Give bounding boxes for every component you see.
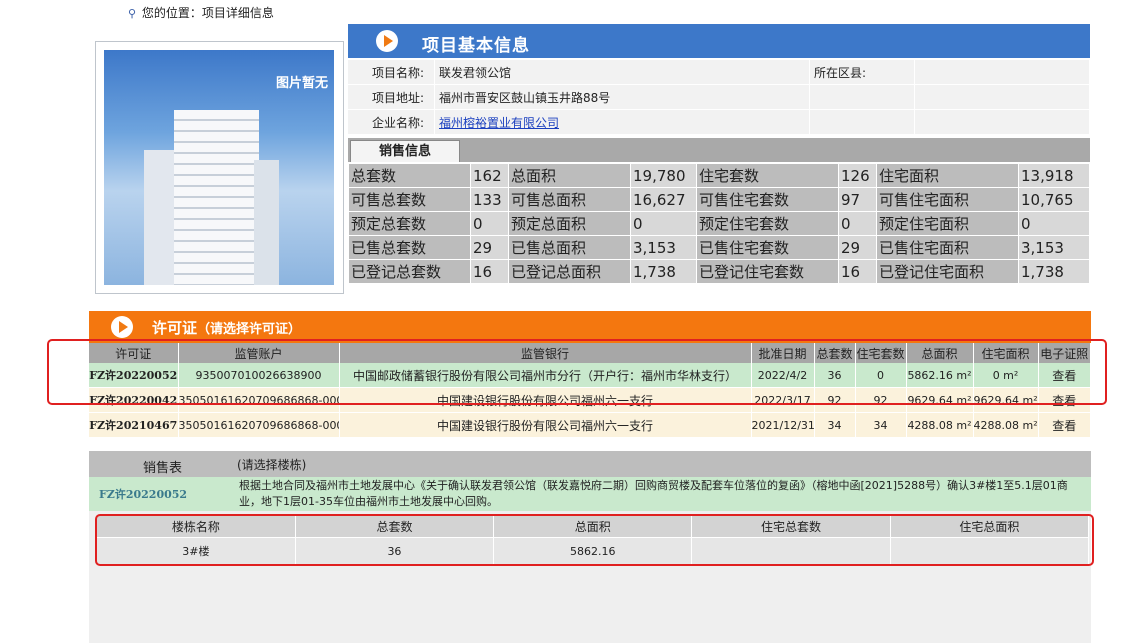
empty-cell (914, 84, 1090, 110)
permit-cell-date: 2021/12/31 (751, 412, 815, 438)
stat-label: 住宅套数 (696, 163, 839, 188)
breadcrumb: ⚲ 您的位置：项目详细信息 (128, 4, 274, 21)
stat-label: 已售总面积 (508, 235, 631, 260)
permit-cell-bank: 中国建设银行股份有限公司福州六一支行 (339, 412, 752, 438)
view-certificate-link[interactable]: 查看 (1038, 412, 1091, 438)
play-icon (111, 316, 133, 338)
stat-value: 19,780 (630, 163, 697, 188)
sales-table-subtitle: (请选择楼栋) (237, 458, 307, 472)
stat-value: 133 (470, 187, 509, 212)
project-info-header: 项目基本信息 (348, 24, 1090, 58)
permit-note-row[interactable]: FZ许20220052 根据土地合同及福州市土地发展中心《关于确认联发君领公馆（… (89, 477, 1091, 511)
stat-label: 总套数 (348, 163, 471, 188)
stats-row: 预定总套数 0 预定总面积 0 预定住宅套数 0 预定住宅面积 0 (348, 211, 1090, 236)
highlight-box (47, 339, 1107, 405)
permit-cell-res-area: 4288.08 m² (973, 412, 1039, 438)
stat-value: 3,153 (630, 235, 697, 260)
permit-cell-account: 35050161620709686868-0003 (178, 412, 340, 438)
empty-cell (809, 84, 915, 110)
highlight-box (95, 514, 1094, 566)
stat-value: 126 (838, 163, 877, 188)
building-shape (254, 160, 279, 285)
stat-label: 住宅面积 (876, 163, 1019, 188)
address-label: 项目地址: (348, 84, 435, 110)
stat-value: 16 (470, 259, 509, 284)
breadcrumb-text: 您的位置：项目详细信息 (141, 6, 274, 20)
stat-value: 0 (838, 211, 877, 236)
permit-title: 许可证 (152, 319, 198, 337)
stat-label: 预定总面积 (508, 211, 631, 236)
project-photo: 图片暂无 (95, 41, 344, 294)
project-info-table: 项目名称: 联发君领公馆 所在区县: 项目地址: 福州市晋安区鼓山镇玉井路88号… (348, 60, 1090, 135)
stat-label: 可售住宅套数 (696, 187, 839, 212)
empty-cell (914, 109, 1090, 135)
stat-label: 可售总面积 (508, 187, 631, 212)
stat-label: 已登记总面积 (508, 259, 631, 284)
stat-label: 已登记住宅套数 (696, 259, 839, 284)
stat-label: 已登记总套数 (348, 259, 471, 284)
stat-value: 29 (838, 235, 877, 260)
play-icon (376, 30, 398, 52)
stat-value: 16 (838, 259, 877, 284)
sales-stats-table: 总套数 162 总面积 19,780 住宅套数 126 住宅面积 13,918 可售总套数 133… (348, 163, 1090, 284)
stat-label: 预定住宅面积 (876, 211, 1019, 236)
stat-value: 0 (1018, 211, 1090, 236)
sales-table-header: 销售表 (请选择楼栋) (89, 451, 1091, 477)
note-permit-id[interactable]: FZ许20220052 (99, 486, 187, 502)
stat-label: 已售住宅套数 (696, 235, 839, 260)
stat-value: 29 (470, 235, 509, 260)
stat-value: 1,738 (630, 259, 697, 284)
building-shape (174, 110, 259, 285)
permit-cell-total: 34 (814, 412, 856, 438)
name-label: 项目名称: (348, 60, 435, 85)
stat-label: 已售总套数 (348, 235, 471, 260)
address-value: 福州市晋安区鼓山镇玉井路88号 (434, 84, 810, 110)
permit-row[interactable]: FZ许20210467 35050161620709686868-0003 中国建设… (89, 412, 1091, 438)
name-value: 联发君领公馆 (434, 60, 810, 85)
project-info-title: 项目基本信息 (422, 36, 530, 56)
stat-value: 97 (838, 187, 877, 212)
stat-label: 可售住宅面积 (876, 187, 1019, 212)
stat-value: 162 (470, 163, 509, 188)
stat-label: 已售住宅面积 (876, 235, 1019, 260)
stat-value: 1,738 (1018, 259, 1090, 284)
district-label: 所在区县: (809, 60, 915, 85)
search-icon: ⚲ (128, 7, 137, 20)
stat-label: 可售总套数 (348, 187, 471, 212)
stat-label: 总面积 (508, 163, 631, 188)
permit-cell-area: 4288.08 m² (906, 412, 974, 438)
stats-row: 已登记总套数 16 已登记总面积 1,738 已登记住宅套数 16 已登记住宅面积 1,738 (348, 259, 1090, 284)
stat-label: 已登记住宅面积 (876, 259, 1019, 284)
permit-cell-res: 34 (855, 412, 907, 438)
stat-value: 0 (470, 211, 509, 236)
permit-subtitle: （请选择许可证） (197, 322, 302, 337)
district-value (914, 60, 1090, 85)
stats-row: 已售总套数 29 已售总面积 3,153 已售住宅套数 29 已售住宅面积 3,153 (348, 235, 1090, 260)
stat-value: 16,627 (630, 187, 697, 212)
empty-cell (809, 109, 915, 135)
company-link[interactable]: 福州榕裕置业有限公司 (439, 116, 559, 130)
stat-value: 0 (630, 211, 697, 236)
permit-cell-id[interactable]: FZ许20210467 (89, 412, 179, 438)
photo-placeholder-label: 图片暂无 (275, 76, 328, 91)
sales-table-title: 销售表 (143, 461, 183, 476)
stat-label: 预定住宅套数 (696, 211, 839, 236)
company-label: 企业名称: (348, 109, 435, 135)
stat-value: 10,765 (1018, 187, 1090, 212)
stat-value: 13,918 (1018, 163, 1090, 188)
stat-value: 3,153 (1018, 235, 1090, 260)
tab-sales-info[interactable]: 销售信息 (350, 140, 460, 162)
building-image: 图片暂无 (104, 50, 334, 285)
stat-label: 预定总套数 (348, 211, 471, 236)
permit-note-text: 根据土地合同及福州市土地发展中心《关于确认联发君领公馆（联发嘉悦府二期）回购商贸… (239, 479, 1068, 508)
stats-row: 可售总套数 133 可售总面积 16,627 可售住宅套数 97 可售住宅面积 10,765 (348, 187, 1090, 212)
stats-row: 总套数 162 总面积 19,780 住宅套数 126 住宅面积 13,918 (348, 163, 1090, 188)
